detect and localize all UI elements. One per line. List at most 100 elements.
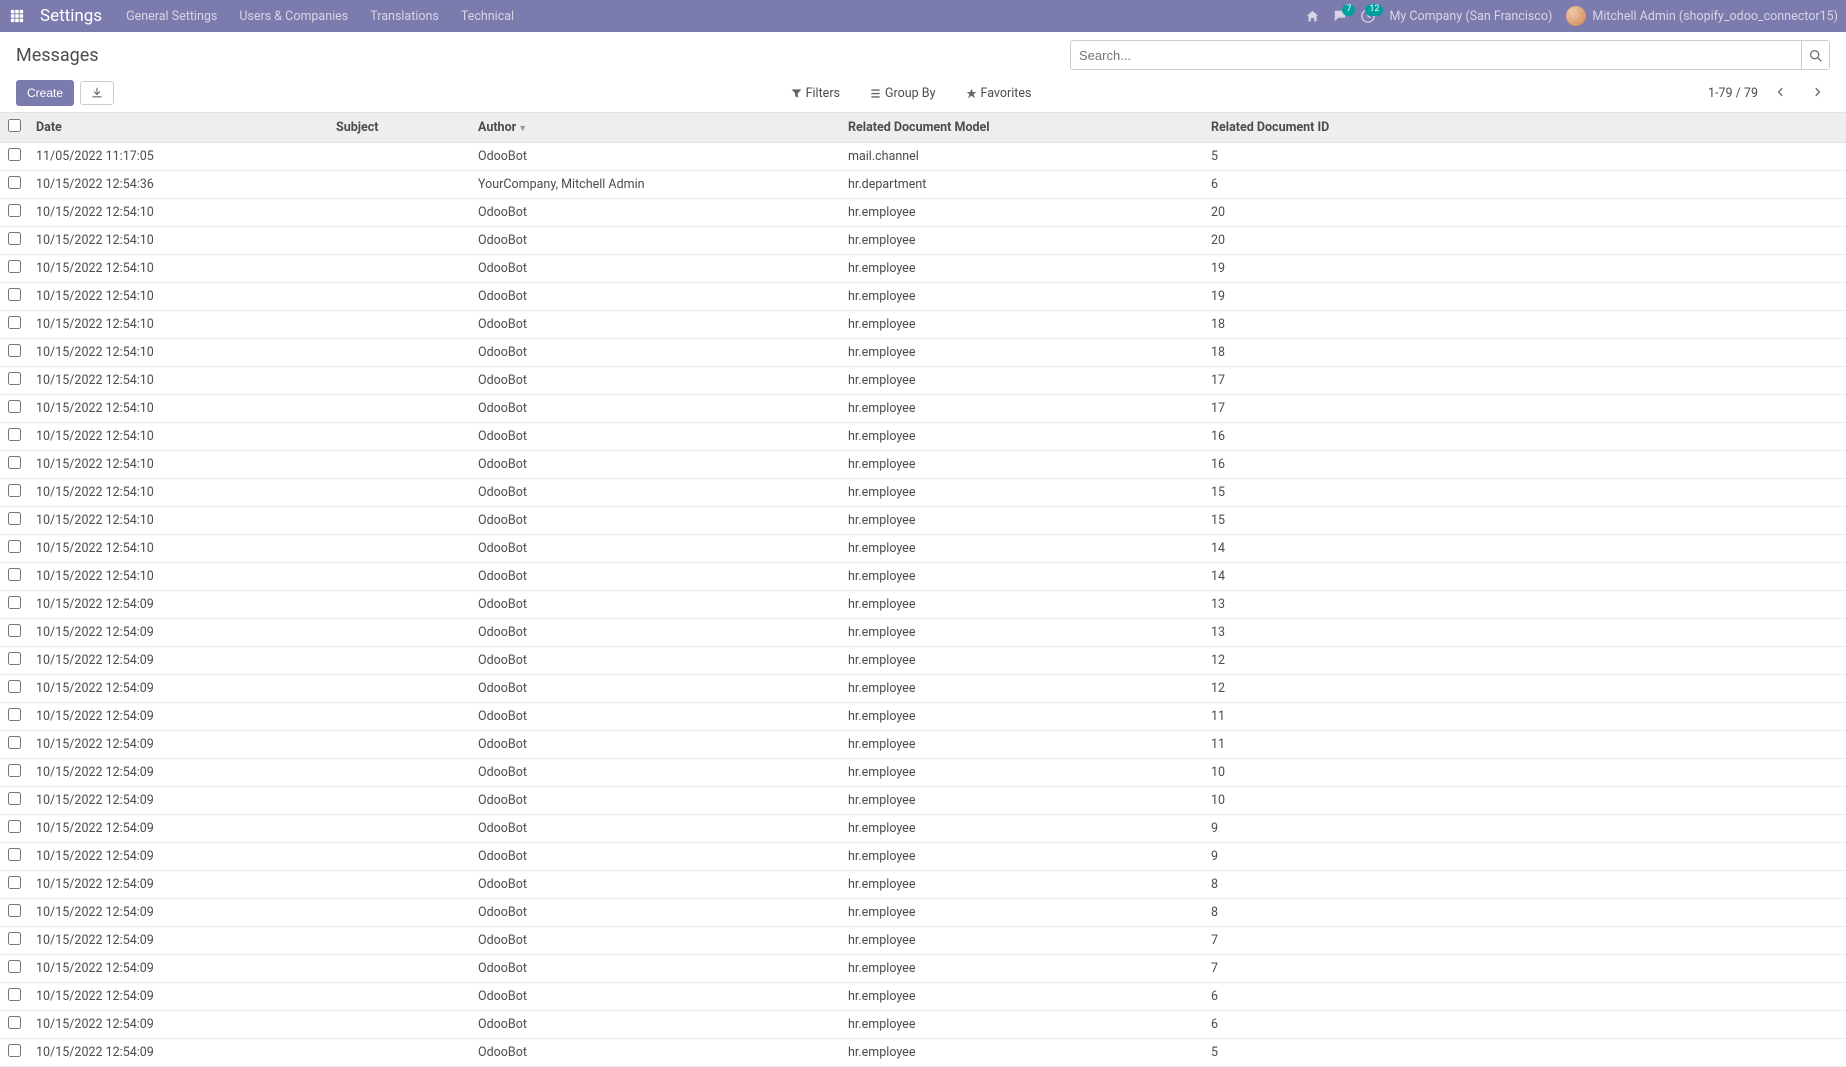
table-row[interactable]: 10/15/2022 12:54:09OdooBothr.employee10 — [0, 787, 1846, 815]
row-checkbox[interactable] — [8, 848, 21, 861]
row-checkbox[interactable] — [8, 1016, 21, 1029]
table-row[interactable]: 11/05/2022 11:17:05OdooBotmail.channel5 — [0, 143, 1846, 171]
pager-text[interactable]: 1-79 / 79 — [1708, 86, 1758, 101]
row-checkbox[interactable] — [8, 624, 21, 637]
cell-doc-id: 8 — [1203, 871, 1846, 899]
row-checkbox-cell — [0, 983, 28, 1011]
table-row[interactable]: 10/15/2022 12:54:10OdooBothr.employee14 — [0, 535, 1846, 563]
table-row[interactable]: 10/15/2022 12:54:09OdooBothr.employee8 — [0, 871, 1846, 899]
pager-prev[interactable] — [1768, 81, 1794, 105]
row-checkbox[interactable] — [8, 204, 21, 217]
table-row[interactable]: 10/15/2022 12:54:09OdooBothr.employee8 — [0, 899, 1846, 927]
groupby-button[interactable]: Group By — [864, 82, 941, 105]
row-checkbox[interactable] — [8, 568, 21, 581]
table-row[interactable]: 10/15/2022 12:54:09OdooBothr.employee10 — [0, 759, 1846, 787]
row-checkbox[interactable] — [8, 596, 21, 609]
table-row[interactable]: 10/15/2022 12:54:10OdooBothr.employee19 — [0, 255, 1846, 283]
nav-item-users-companies[interactable]: Users & Companies — [239, 9, 348, 24]
row-checkbox[interactable] — [8, 232, 21, 245]
row-checkbox[interactable] — [8, 540, 21, 553]
row-checkbox[interactable] — [8, 988, 21, 1001]
table-row[interactable]: 10/15/2022 12:54:09OdooBothr.employee9 — [0, 843, 1846, 871]
cell-subject — [328, 927, 470, 955]
header-doc-id[interactable]: Related Document ID — [1203, 113, 1846, 143]
row-checkbox[interactable] — [8, 792, 21, 805]
row-checkbox[interactable] — [8, 428, 21, 441]
table-row[interactable]: 10/15/2022 12:54:09OdooBothr.employee13 — [0, 591, 1846, 619]
row-checkbox-cell — [0, 283, 28, 311]
row-checkbox[interactable] — [8, 736, 21, 749]
row-checkbox[interactable] — [8, 820, 21, 833]
header-author[interactable]: Author▼ — [470, 113, 840, 143]
table-row[interactable]: 10/15/2022 12:54:09OdooBothr.employee5 — [0, 1039, 1846, 1067]
cell-author: OdooBot — [470, 759, 840, 787]
row-checkbox[interactable] — [8, 400, 21, 413]
table-row[interactable]: 10/15/2022 12:54:10OdooBothr.employee15 — [0, 479, 1846, 507]
nav-item-translations[interactable]: Translations — [370, 9, 439, 24]
table-row[interactable]: 10/15/2022 12:54:10OdooBothr.employee17 — [0, 395, 1846, 423]
table-row[interactable]: 10/15/2022 12:54:10OdooBothr.employee18 — [0, 339, 1846, 367]
header-model[interactable]: Related Document Model — [840, 113, 1203, 143]
table-row[interactable]: 10/15/2022 12:54:10OdooBothr.employee19 — [0, 283, 1846, 311]
search-button[interactable] — [1801, 41, 1829, 69]
table-row[interactable]: 10/15/2022 12:54:09OdooBothr.employee12 — [0, 675, 1846, 703]
table-row[interactable]: 10/15/2022 12:54:10OdooBothr.employee20 — [0, 227, 1846, 255]
table-row[interactable]: 10/15/2022 12:54:10OdooBothr.employee20 — [0, 199, 1846, 227]
home-icon[interactable] — [1306, 10, 1319, 23]
table-row[interactable]: 10/15/2022 12:54:10OdooBothr.employee14 — [0, 563, 1846, 591]
row-checkbox[interactable] — [8, 652, 21, 665]
row-checkbox[interactable] — [8, 512, 21, 525]
table-row[interactable]: 10/15/2022 12:54:10OdooBothr.employee15 — [0, 507, 1846, 535]
filters-button[interactable]: Filters — [785, 82, 846, 105]
table-row[interactable]: 10/15/2022 12:54:09OdooBothr.employee12 — [0, 647, 1846, 675]
table-row[interactable]: 10/15/2022 12:54:10OdooBothr.employee17 — [0, 367, 1846, 395]
table-row[interactable]: 10/15/2022 12:54:09OdooBothr.employee9 — [0, 815, 1846, 843]
row-checkbox[interactable] — [8, 316, 21, 329]
table-row[interactable]: 10/15/2022 12:54:09OdooBothr.employee7 — [0, 927, 1846, 955]
row-checkbox[interactable] — [8, 372, 21, 385]
activities-icon[interactable]: 12 — [1361, 9, 1375, 23]
table-row[interactable]: 10/15/2022 12:54:09OdooBothr.employee11 — [0, 703, 1846, 731]
table-row[interactable]: 10/15/2022 12:54:09OdooBothr.employee11 — [0, 731, 1846, 759]
table-row[interactable]: 10/15/2022 12:54:36YourCompany, Mitchell… — [0, 171, 1846, 199]
row-checkbox[interactable] — [8, 876, 21, 889]
row-checkbox[interactable] — [8, 344, 21, 357]
company-switcher[interactable]: My Company (San Francisco) — [1389, 9, 1552, 24]
row-checkbox[interactable] — [8, 960, 21, 973]
table-row[interactable]: 10/15/2022 12:54:09OdooBothr.employee6 — [0, 983, 1846, 1011]
row-checkbox[interactable] — [8, 932, 21, 945]
cell-doc-id: 8 — [1203, 899, 1846, 927]
table-row[interactable]: 10/15/2022 12:54:09OdooBothr.employee13 — [0, 619, 1846, 647]
row-checkbox[interactable] — [8, 708, 21, 721]
create-button[interactable]: Create — [16, 80, 74, 106]
row-checkbox[interactable] — [8, 148, 21, 161]
header-subject[interactable]: Subject — [328, 113, 470, 143]
table-row[interactable]: 10/15/2022 12:54:10OdooBothr.employee18 — [0, 311, 1846, 339]
row-checkbox[interactable] — [8, 904, 21, 917]
row-checkbox[interactable] — [8, 764, 21, 777]
cell-doc-id: 20 — [1203, 227, 1846, 255]
header-date[interactable]: Date — [28, 113, 328, 143]
export-button[interactable] — [80, 81, 114, 105]
row-checkbox[interactable] — [8, 260, 21, 273]
row-checkbox[interactable] — [8, 484, 21, 497]
row-checkbox[interactable] — [8, 288, 21, 301]
search-input[interactable] — [1070, 40, 1830, 70]
user-menu[interactable]: Mitchell Admin (shopify_odoo_connector15… — [1566, 6, 1838, 26]
row-checkbox[interactable] — [8, 456, 21, 469]
messages-icon[interactable]: 7 — [1333, 9, 1347, 23]
pager-next[interactable] — [1804, 81, 1830, 105]
app-brand[interactable]: Settings — [40, 6, 102, 26]
select-all-checkbox[interactable] — [8, 119, 21, 132]
row-checkbox[interactable] — [8, 680, 21, 693]
table-row[interactable]: 10/15/2022 12:54:10OdooBothr.employee16 — [0, 451, 1846, 479]
nav-item-general-settings[interactable]: General Settings — [126, 9, 217, 24]
table-row[interactable]: 10/15/2022 12:54:10OdooBothr.employee16 — [0, 423, 1846, 451]
nav-item-technical[interactable]: Technical — [461, 9, 514, 24]
row-checkbox[interactable] — [8, 1044, 21, 1057]
favorites-button[interactable]: Favorites — [960, 82, 1038, 105]
cell-date: 10/15/2022 12:54:09 — [28, 759, 328, 787]
apps-icon[interactable] — [8, 7, 26, 25]
table-row[interactable]: 10/15/2022 12:54:09OdooBothr.employee6 — [0, 1011, 1846, 1039]
row-checkbox[interactable] — [8, 176, 21, 189]
